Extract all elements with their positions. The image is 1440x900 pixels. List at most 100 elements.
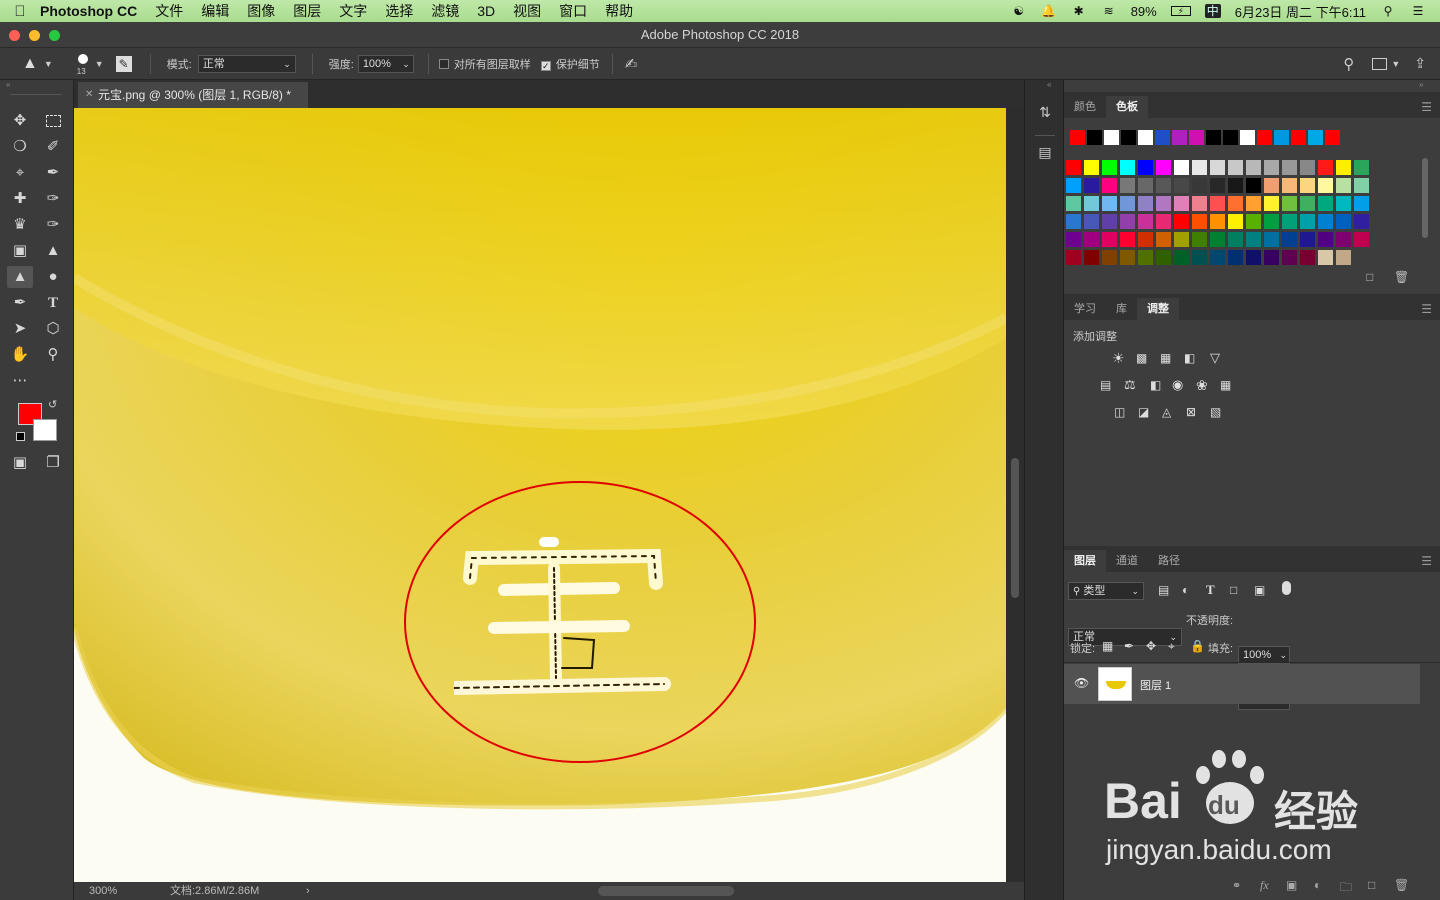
gradient-map-icon[interactable]: ▧ [1210, 405, 1221, 419]
recent-swatch[interactable] [1155, 130, 1170, 145]
swatch[interactable] [1282, 160, 1297, 175]
mode-select[interactable]: 正常 ⌄ [197, 54, 296, 73]
crop-tool-icon[interactable]: ⌖ [7, 162, 33, 184]
curves-icon[interactable]: ▦ [1160, 351, 1171, 365]
close-tab-icon[interactable]: ✕ [85, 82, 93, 108]
swatch[interactable] [1264, 160, 1279, 175]
tab-learn[interactable]: 学习 [1064, 298, 1106, 320]
menu-view[interactable]: 视图 [513, 1, 541, 21]
tab-swatches[interactable]: 色板 [1106, 96, 1148, 118]
swatch[interactable] [1066, 250, 1081, 265]
battery-icon[interactable]: ⚡ [1170, 6, 1191, 16]
swatch[interactable] [1246, 160, 1261, 175]
swatch[interactable] [1336, 214, 1351, 229]
swatch[interactable] [1228, 214, 1243, 229]
vertical-scrollbar[interactable] [1006, 108, 1024, 882]
swatch[interactable] [1174, 214, 1189, 229]
tab-layers[interactable]: 图层 [1064, 550, 1106, 572]
swatch[interactable] [1336, 160, 1351, 175]
dodge-tool-icon[interactable]: ● [40, 266, 66, 288]
swatch[interactable] [1174, 196, 1189, 211]
image-canvas[interactable] [74, 108, 1006, 882]
menu-filter[interactable]: 滤镜 [431, 1, 459, 21]
swatch[interactable] [1102, 178, 1117, 193]
swatch[interactable] [1138, 160, 1153, 175]
lock-all-icon[interactable]: 🔒 [1190, 639, 1205, 653]
swap-colors-icon[interactable]: ↺ [48, 398, 57, 411]
menu-image[interactable]: 图像 [247, 1, 275, 21]
swatch[interactable] [1246, 250, 1261, 265]
swatch[interactable] [1282, 178, 1297, 193]
swatch[interactable] [1174, 250, 1189, 265]
swatch[interactable] [1264, 196, 1279, 211]
filter-shape-layers-icon[interactable]: □ [1230, 583, 1237, 597]
notification-bell-icon[interactable]: 🔔 [1041, 4, 1057, 18]
new-group-folder-icon[interactable]: 🗀 [1340, 878, 1352, 899]
swatch[interactable] [1228, 196, 1243, 211]
healing-brush-tool-icon[interactable]: ✚ [7, 188, 33, 210]
type-tool-icon[interactable]: T [40, 292, 66, 314]
recent-swatch[interactable] [1121, 130, 1136, 145]
swatch[interactable] [1102, 250, 1117, 265]
pen-tool-icon[interactable]: ✒ [7, 292, 33, 314]
swatch[interactable] [1336, 250, 1351, 265]
status-menu-arrow-icon[interactable]: › [306, 882, 310, 900]
recent-swatch[interactable] [1087, 130, 1102, 145]
recent-swatch[interactable] [1223, 130, 1238, 145]
tab-channels[interactable]: 通道 [1106, 550, 1148, 572]
recent-swatch[interactable] [1274, 130, 1289, 145]
zoom-window-button[interactable] [49, 30, 60, 41]
document-size[interactable]: 文档:2.86M/2.86M [170, 882, 259, 900]
filter-adjustment-layers-icon[interactable]: ◐ [1182, 583, 1189, 597]
swatch[interactable] [1066, 214, 1081, 229]
menu-help[interactable]: 帮助 [605, 1, 633, 21]
swatch[interactable] [1210, 232, 1225, 247]
background-color-swatch[interactable] [33, 419, 57, 441]
default-colors-icon[interactable] [16, 432, 25, 441]
clock-datetime[interactable]: 6月23日 周二 下午6:11 [1235, 2, 1366, 21]
swatch[interactable] [1210, 214, 1225, 229]
brush-picker-dropdown-icon[interactable]: ▼ [95, 59, 104, 69]
swatch[interactable] [1264, 178, 1279, 193]
swatch[interactable] [1156, 250, 1171, 265]
swatch[interactable] [1192, 232, 1207, 247]
swatch[interactable] [1336, 232, 1351, 247]
screen-mode-icon[interactable]: ❐ [40, 452, 66, 474]
swatch[interactable] [1084, 196, 1099, 211]
menu-select[interactable]: 选择 [385, 1, 413, 21]
recent-swatch[interactable] [1104, 130, 1119, 145]
exposure-icon[interactable]: ◧ [1184, 351, 1195, 365]
swatch[interactable] [1174, 160, 1189, 175]
swatch[interactable] [1264, 232, 1279, 247]
tool-preset-dropdown-icon[interactable]: ▼ [44, 59, 53, 69]
swatch[interactable] [1102, 232, 1117, 247]
recent-swatch[interactable] [1308, 130, 1323, 145]
lock-artboard-icon[interactable]: ⌖ [1168, 639, 1175, 654]
zoom-level[interactable]: 300% [89, 882, 117, 900]
photo-filter-icon[interactable]: ◉ [1172, 377, 1183, 393]
filter-type-layers-icon[interactable]: T [1206, 582, 1215, 598]
workspace-dropdown-icon[interactable]: ▼ [1391, 59, 1400, 69]
menu-file[interactable]: 文件 [155, 1, 183, 21]
recent-swatch[interactable] [1172, 130, 1187, 145]
add-mask-icon[interactable]: ▣ [1286, 878, 1297, 892]
wifi-icon[interactable]: ≋ [1101, 4, 1117, 18]
recent-swatch[interactable] [1189, 130, 1204, 145]
sample-all-layers-checkbox[interactable]: 对所有图层取样 [438, 56, 531, 72]
tab-adjustments[interactable]: 调整 [1137, 298, 1179, 320]
swatch[interactable] [1210, 250, 1225, 265]
quick-mask-icon[interactable]: ▣ [7, 452, 33, 474]
swatch[interactable] [1300, 250, 1315, 265]
swatch[interactable] [1318, 160, 1333, 175]
new-layer-icon[interactable]: □ [1368, 878, 1375, 892]
lock-image-pixels-icon[interactable]: ✒ [1124, 639, 1134, 653]
menu-type[interactable]: 文字 [339, 1, 367, 21]
share-icon[interactable]: ⇪ [1414, 55, 1426, 72]
swatch[interactable] [1066, 196, 1081, 211]
swatch[interactable] [1066, 178, 1081, 193]
swatch[interactable] [1282, 214, 1297, 229]
bluetooth-icon[interactable]: ✱ [1071, 4, 1087, 18]
swatch[interactable] [1192, 178, 1207, 193]
posterize-icon[interactable]: ◪ [1138, 405, 1149, 419]
swatch[interactable] [1156, 160, 1171, 175]
